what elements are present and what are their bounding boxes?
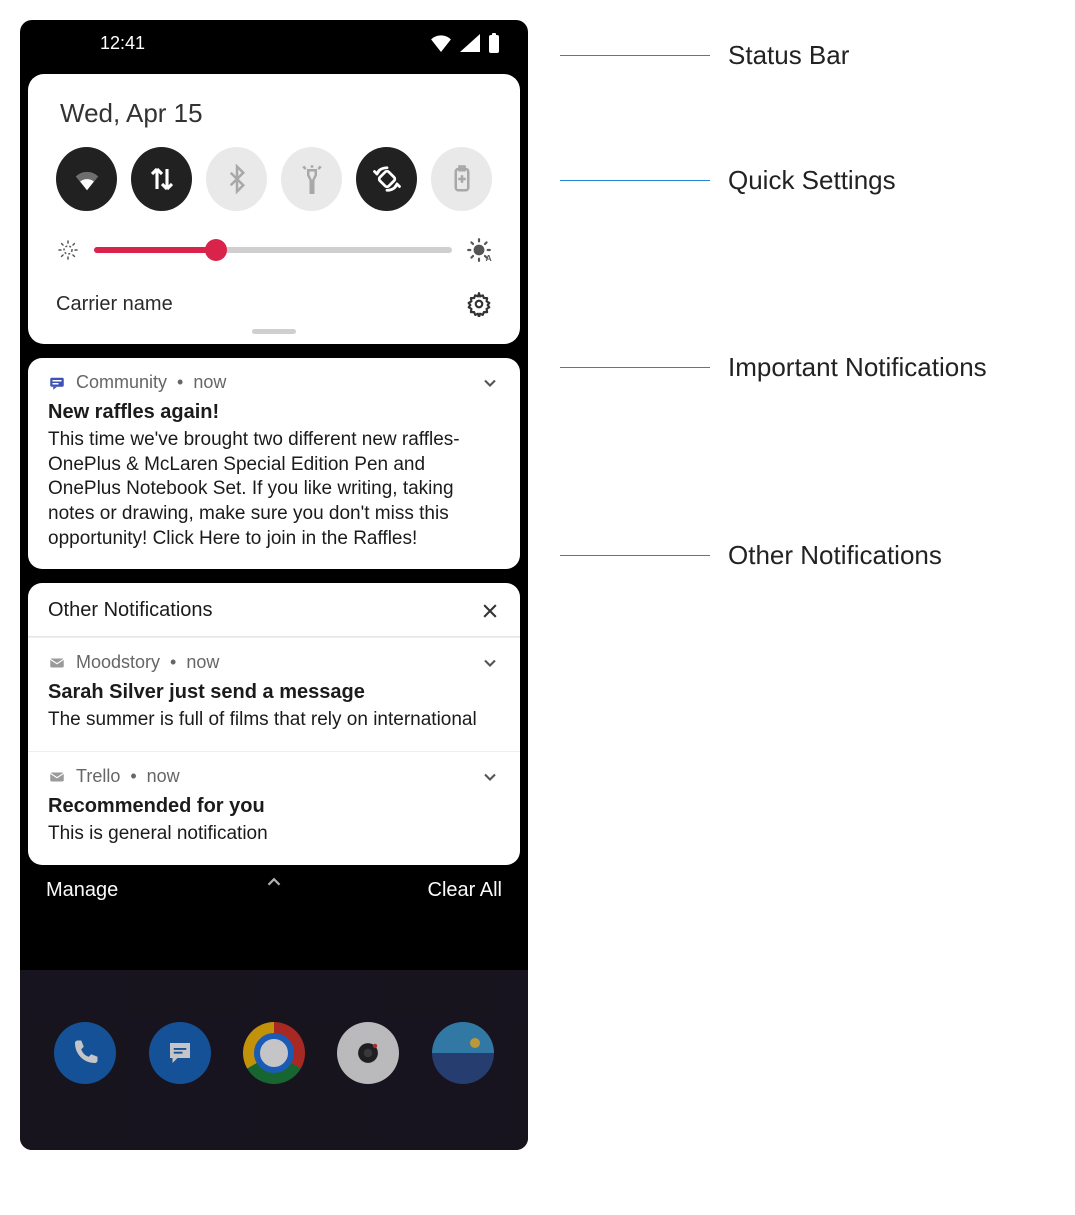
shade-footer: Manage Clear All xyxy=(20,865,528,902)
chrome-app-icon[interactable] xyxy=(243,1022,305,1084)
status-icons xyxy=(430,33,500,53)
settings-icon[interactable] xyxy=(466,291,492,317)
annotation-leader-line xyxy=(560,555,710,556)
notif-title: Sarah Silver just send a message xyxy=(48,681,500,704)
annotation-leader-line xyxy=(560,55,710,56)
annotation-leader-line xyxy=(560,367,710,368)
bluetooth-toggle[interactable] xyxy=(206,147,267,211)
community-app-icon xyxy=(48,374,66,392)
chevron-up-icon[interactable] xyxy=(263,871,285,893)
qs-date: Wed, Apr 15 xyxy=(60,98,488,129)
brightness-auto-icon: A xyxy=(466,237,492,263)
manage-button[interactable]: Manage xyxy=(46,879,118,902)
phone-frame: 12:41 Wed, Apr 15 xyxy=(20,20,528,1150)
wifi-toggle[interactable] xyxy=(56,147,117,211)
notif-body-text: This time we've brought two different ne… xyxy=(48,428,500,551)
signal-icon xyxy=(460,34,480,52)
brightness-slider[interactable]: A xyxy=(56,237,492,263)
annotation-label: Other Notifications xyxy=(560,540,942,571)
notif-time: now xyxy=(186,652,219,673)
notif-app-name: Trello xyxy=(76,766,120,787)
notif-body-text: The summer is full of films that rely on… xyxy=(48,708,500,733)
annotation-text: Status Bar xyxy=(728,40,849,71)
brightness-low-icon xyxy=(56,238,80,262)
notif-time: now xyxy=(193,372,226,393)
status-bar: 12:41 xyxy=(20,20,528,66)
other-notifications-header: Other Notifications xyxy=(48,599,213,622)
notif-title: New raffles again! xyxy=(48,401,500,424)
other-notifications-card: Other Notifications Moodstory • now Sara… xyxy=(28,583,520,864)
clear-all-button[interactable]: Clear All xyxy=(428,879,502,902)
annotation-label: Important Notifications xyxy=(560,352,987,383)
mail-icon xyxy=(48,768,66,786)
close-icon[interactable] xyxy=(480,601,500,621)
mobile-data-toggle[interactable] xyxy=(131,147,192,211)
gallery-app-icon[interactable] xyxy=(432,1022,494,1084)
other-notification-item[interactable]: Trello • now Recommended for you This is… xyxy=(28,751,520,865)
annotation-text: Quick Settings xyxy=(728,165,896,196)
camera-app-icon[interactable] xyxy=(337,1022,399,1084)
quick-settings-panel: Wed, Apr 15 xyxy=(28,74,520,344)
notif-time: now xyxy=(147,766,180,787)
annotation-label: Status Bar xyxy=(560,40,849,71)
rotate-toggle[interactable] xyxy=(356,147,417,211)
qs-toggles-row xyxy=(52,147,496,211)
important-notification[interactable]: Community • now New raffles again! This … xyxy=(28,358,520,569)
chevron-down-icon[interactable] xyxy=(480,653,500,673)
messages-app-icon[interactable] xyxy=(149,1022,211,1084)
status-time: 12:41 xyxy=(100,33,145,54)
notif-app-name: Moodstory xyxy=(76,652,160,673)
chevron-down-icon[interactable] xyxy=(480,373,500,393)
battery-saver-toggle[interactable] xyxy=(431,147,492,211)
annotation-text: Other Notifications xyxy=(728,540,942,571)
svg-text:A: A xyxy=(486,253,493,263)
annotation-label: Quick Settings xyxy=(560,165,896,196)
mail-icon xyxy=(48,654,66,672)
flashlight-toggle[interactable] xyxy=(281,147,342,211)
battery-icon xyxy=(488,33,500,53)
drag-handle[interactable] xyxy=(252,329,296,334)
other-notification-item[interactable]: Moodstory • now Sarah Silver just send a… xyxy=(28,637,520,751)
annotation-text: Important Notifications xyxy=(728,352,987,383)
notif-app-name: Community xyxy=(76,372,167,393)
chevron-down-icon[interactable] xyxy=(480,767,500,787)
annotation-leader-line xyxy=(560,180,710,181)
dot-separator: • xyxy=(177,372,183,393)
dock xyxy=(20,1022,528,1084)
dot-separator: • xyxy=(170,652,176,673)
notif-body-text: This is general notification xyxy=(48,822,500,847)
dot-separator: • xyxy=(130,766,136,787)
brightness-track[interactable] xyxy=(94,247,452,253)
wifi-icon xyxy=(430,34,452,52)
notif-title: Recommended for you xyxy=(48,795,500,818)
carrier-name: Carrier name xyxy=(56,293,173,316)
phone-app-icon[interactable] xyxy=(54,1022,116,1084)
